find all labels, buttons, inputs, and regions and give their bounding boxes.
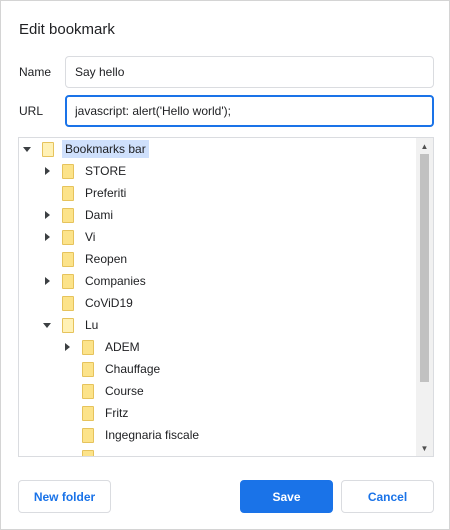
folder-icon <box>82 449 94 456</box>
tree-node-label: Dami <box>85 208 114 222</box>
folder-icon <box>62 295 74 311</box>
folder-tree-list: Bookmarks bar STORE Preferiti Dami Vi Re… <box>19 138 416 456</box>
new-folder-button[interactable]: New folder <box>18 480 111 513</box>
collapsed-arrow-icon[interactable] <box>42 232 52 242</box>
cancel-button[interactable]: Cancel <box>341 480 434 513</box>
tree-node-label: Vi <box>85 230 96 244</box>
folder-icon <box>62 273 74 289</box>
tree-row-ingegnaria-fiscale[interactable]: Ingegnaria fiscale <box>19 424 416 446</box>
tree-row-preferiti[interactable]: Preferiti <box>19 182 416 204</box>
save-button[interactable]: Save <box>240 480 333 513</box>
tree-row-store[interactable]: STORE <box>19 160 416 182</box>
tree-node-label: Lu <box>85 318 99 332</box>
folder-icon <box>82 427 94 443</box>
collapsed-arrow-icon[interactable] <box>62 342 72 352</box>
dialog-title: Edit bookmark <box>19 21 115 38</box>
tree-row-fritz[interactable]: Fritz <box>19 402 416 424</box>
tree-node-label: STORE <box>85 164 127 178</box>
tree-node-label: Ingegnaria fiscale <box>105 428 200 442</box>
tree-node-label: Bookmarks bar <box>62 140 149 158</box>
tree-row-adem[interactable]: ADEM <box>19 336 416 358</box>
tree-row-partial[interactable] <box>19 446 416 456</box>
tree-node-label: ADEM <box>105 340 140 354</box>
folder-icon <box>62 185 74 201</box>
scrollbar-thumb[interactable] <box>420 154 429 382</box>
tree-node-label: Companies <box>85 274 146 288</box>
expanded-arrow-icon[interactable] <box>42 320 52 330</box>
tree-row-dami[interactable]: Dami <box>19 204 416 226</box>
folder-icon <box>62 251 74 267</box>
folder-icon <box>82 339 94 355</box>
tree-row-lu[interactable]: Lu <box>19 314 416 336</box>
folder-icon <box>62 163 74 179</box>
folder-open-icon <box>42 141 54 157</box>
tree-row-vi[interactable]: Vi <box>19 226 416 248</box>
tree-row-course[interactable]: Course <box>19 380 416 402</box>
tree-node-label: Reopen <box>85 252 128 266</box>
tree-row-chauffage[interactable]: Chauffage <box>19 358 416 380</box>
tree-row-companies[interactable]: Companies <box>19 270 416 292</box>
name-label: Name <box>19 65 52 79</box>
tree-node-label: Fritz <box>105 406 129 420</box>
tree-row-covid19[interactable]: CoViD19 <box>19 292 416 314</box>
url-label: URL <box>19 104 44 118</box>
scroll-up-arrow-icon[interactable]: ▲ <box>416 138 433 154</box>
folder-icon <box>82 405 94 421</box>
collapsed-arrow-icon[interactable] <box>42 210 52 220</box>
folder-icon <box>82 361 94 377</box>
collapsed-arrow-icon[interactable] <box>42 276 52 286</box>
tree-node-label: Course <box>105 384 144 398</box>
scroll-down-arrow-icon[interactable]: ▼ <box>416 440 433 456</box>
name-input[interactable] <box>65 56 434 88</box>
folder-icon <box>82 383 94 399</box>
expanded-arrow-icon[interactable] <box>22 144 32 154</box>
folder-icon <box>62 229 74 245</box>
folder-icon <box>62 207 74 223</box>
tree-scrollbar[interactable]: ▲ ▼ <box>416 138 433 456</box>
tree-row-bookmarks-bar[interactable]: Bookmarks bar <box>19 138 416 160</box>
tree-row-reopen[interactable]: Reopen <box>19 248 416 270</box>
edit-bookmark-dialog: Edit bookmark Name URL Bookmarks bar STO… <box>0 0 450 530</box>
collapsed-arrow-icon[interactable] <box>42 166 52 176</box>
folder-open-icon <box>62 317 74 333</box>
tree-node-label: CoViD19 <box>85 296 133 310</box>
tree-node-label: Preferiti <box>85 186 127 200</box>
tree-node-label: Chauffage <box>105 362 161 376</box>
url-input[interactable] <box>65 95 434 127</box>
folder-tree[interactable]: Bookmarks bar STORE Preferiti Dami Vi Re… <box>18 137 434 457</box>
